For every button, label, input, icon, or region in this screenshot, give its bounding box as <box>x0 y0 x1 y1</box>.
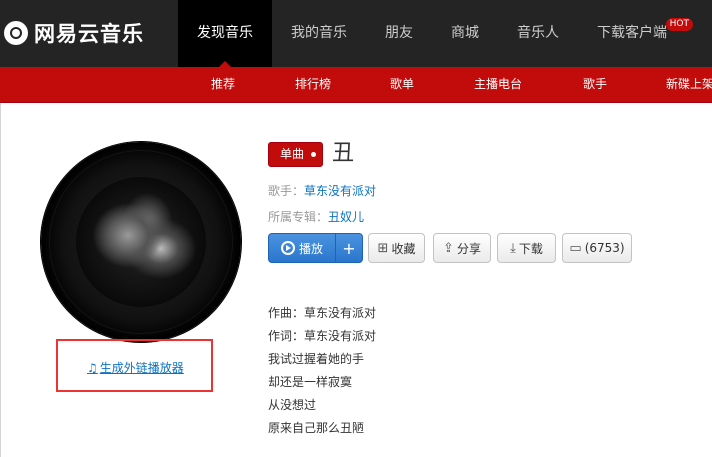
album-link[interactable]: 丑奴儿 <box>328 210 364 224</box>
download-icon: ⤓ <box>510 240 516 256</box>
music-note-icon: ♫ <box>87 360 98 375</box>
subnav-artists[interactable]: 歌手 <box>583 67 607 102</box>
add-to-playlist-button[interactable]: + <box>335 234 362 262</box>
nav-my-music[interactable]: 我的音乐 <box>272 0 366 67</box>
generate-player-link-label: 生成外链播放器 <box>99 361 184 375</box>
album-label: 所属专辑： <box>268 210 329 224</box>
main-nav: 发现音乐 我的音乐 朋友 商城 音乐人 下载客户端 HOT <box>178 0 693 67</box>
song-title: 丑 <box>332 141 355 166</box>
netease-music-logo-icon <box>4 21 28 45</box>
sub-navigation-bar: 推荐 排行榜 歌单 主播电台 歌手 新碟上架 <box>0 67 712 103</box>
logo[interactable]: 网易云音乐 <box>4 17 144 49</box>
collect-button[interactable]: ⊞ 收藏 <box>368 233 425 263</box>
logo-text: 网易云音乐 <box>34 22 144 46</box>
lyric-line: 作词：草东没有派对 <box>268 329 377 343</box>
download-label: 下载 <box>518 241 543 256</box>
singer-link[interactable]: 草东没有派对 <box>304 184 376 198</box>
play-icon <box>280 241 295 255</box>
singer-row: 歌手：草东没有派对 <box>268 182 376 199</box>
hot-badge: HOT <box>665 18 693 31</box>
comment-count: (6753) <box>584 241 625 255</box>
lyric-line: 原来自己那么丑陋 <box>268 421 365 435</box>
play-label: 播放 <box>298 241 323 256</box>
nav-store[interactable]: 商城 <box>432 0 498 67</box>
nav-friends[interactable]: 朋友 <box>366 0 432 67</box>
subnav-radio[interactable]: 主播电台 <box>474 67 522 102</box>
singer-label: 歌手： <box>268 184 305 198</box>
lyric-line: 作曲：草东没有派对 <box>268 306 377 320</box>
download-button[interactable]: ⤓ 下载 <box>497 233 556 263</box>
lyric-line: 从没想过 <box>268 398 317 412</box>
share-button[interactable]: ⇪ 分享 <box>433 233 491 263</box>
album-cover-image <box>76 177 206 307</box>
song-detail-content: ♫ 生成外链播放器 单曲 丑 歌手：草东没有派对 所属专辑：丑奴儿 播放 + ⊞… <box>0 103 712 457</box>
comment-button[interactable]: ▭ (6753) <box>562 233 632 263</box>
lyric-line: 我试过握着她的手 <box>268 352 365 366</box>
subnav-charts[interactable]: 排行榜 <box>295 67 331 102</box>
generate-player-link[interactable]: ♫ 生成外链播放器 <box>87 359 184 376</box>
subnav-new-albums[interactable]: 新碟上架 <box>666 67 712 102</box>
top-navigation-bar: 网易云音乐 发现音乐 我的音乐 朋友 商城 音乐人 下载客户端 HOT <box>0 0 712 67</box>
nav-download-client[interactable]: 下载客户端 HOT <box>578 0 693 67</box>
comment-icon: ▭ <box>569 240 582 256</box>
subnav-playlists[interactable]: 歌单 <box>390 67 414 102</box>
lyric-line: 却还是一样寂寞 <box>268 375 353 389</box>
nav-musicians[interactable]: 音乐人 <box>498 0 578 67</box>
album-cover-vinyl <box>41 142 241 342</box>
play-button[interactable]: 播放 <box>269 234 335 262</box>
single-tag: 单曲 <box>268 142 324 167</box>
collect-icon: ⊞ <box>377 240 389 256</box>
subnav-recommend[interactable]: 推荐 <box>211 67 235 102</box>
share-icon: ⇪ <box>443 240 454 256</box>
collect-label: 收藏 <box>391 241 416 256</box>
album-row: 所属专辑：丑奴儿 <box>268 208 364 225</box>
play-button-group: 播放 + <box>268 233 363 263</box>
share-label: 分享 <box>456 241 481 256</box>
nav-discover-music[interactable]: 发现音乐 <box>178 0 272 67</box>
nav-download-client-label: 下载客户端 <box>597 25 667 41</box>
